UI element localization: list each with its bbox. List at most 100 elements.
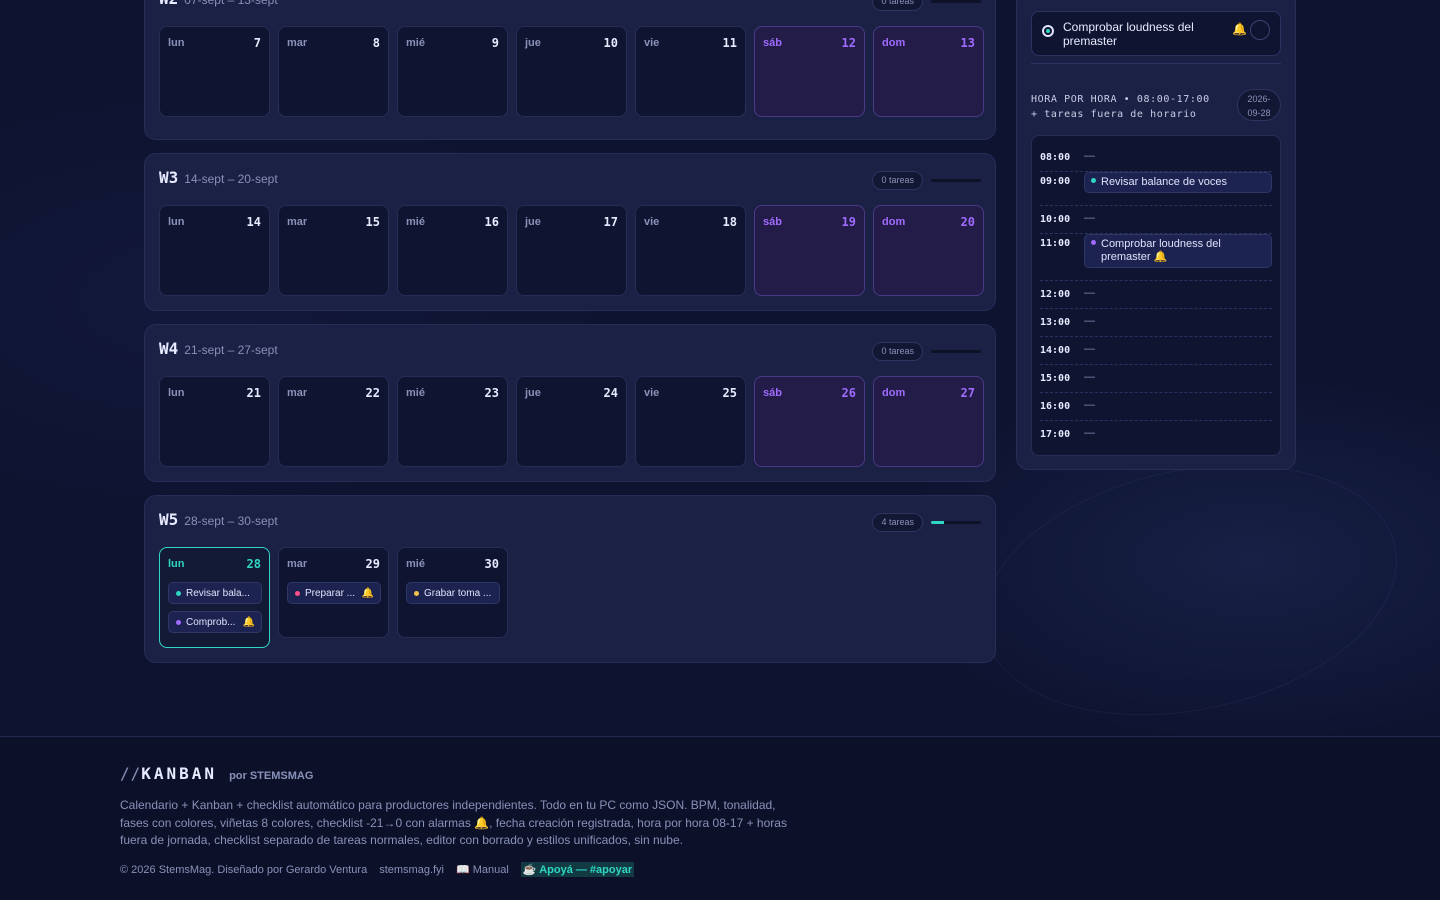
support-link[interactable]: ☕ Apoyá — #apoyar (520, 862, 635, 877)
hour-title-line: HORA POR HORA • 08:00-17:00 (1031, 94, 1210, 105)
day-name: mié (406, 387, 425, 399)
day-cell[interactable]: vie 18 (635, 205, 746, 296)
day-number: 30 (484, 557, 499, 571)
task-chip[interactable]: Revisar bala... (168, 582, 262, 604)
day-cell[interactable]: lun 21 (159, 376, 270, 467)
week-task-count: 4 tareas (872, 513, 923, 532)
week-code: W4 (159, 339, 179, 358)
day-cell[interactable]: mié 23 (397, 376, 508, 467)
brand-byline: por STEMSMAG (229, 770, 314, 782)
day-cell[interactable]: mar 8 (278, 26, 389, 117)
day-name: mié (406, 216, 425, 228)
hour-label: 15:00 (1040, 373, 1071, 384)
day-cell[interactable]: jue 17 (516, 205, 627, 296)
day-cell[interactable]: lun 14 (159, 205, 270, 296)
day-number: 17 (603, 215, 618, 229)
week-range: 07-sept – 13-sept (184, 0, 278, 7)
day-number: 20 (960, 215, 975, 229)
hour-row[interactable]: 13:00 — (1040, 309, 1272, 337)
week-code: W2 (159, 0, 178, 8)
hour-title-subline: + tareas fuera de horario (1031, 109, 1197, 120)
day-cell[interactable]: lun 28 Revisar bala... Comprob... 🔔 (159, 547, 270, 648)
hour-row[interactable]: 12:00 — (1040, 281, 1272, 309)
hour-row[interactable]: 15:00 — (1040, 365, 1272, 393)
day-cell[interactable]: dom 20 (873, 205, 984, 296)
site-link[interactable]: stemsmag.fyi (379, 864, 444, 876)
day-cell[interactable]: mar 29 Preparar ... 🔔 (278, 547, 389, 638)
hour-event[interactable]: Comprobar loudness del premaster 🔔 (1084, 234, 1272, 268)
footer-links: © 2026 StemsMag. Diseñado por Gerardo Ve… (120, 862, 635, 877)
day-name: jue (525, 37, 541, 49)
task-color-dot (176, 619, 181, 625)
manual-link[interactable]: 📖 Manual (456, 863, 509, 876)
day-cell[interactable]: lun 7 (159, 26, 270, 117)
week-days: lun 14 mar 15 mié 16 jue 17 vie 18 sáb 19 dom … (159, 205, 984, 296)
day-number: 18 (722, 215, 737, 229)
day-name: sáb (763, 216, 782, 228)
day-cell[interactable]: jue 24 (516, 376, 627, 467)
week-task-count: 0 tareas (872, 0, 923, 11)
week-progress-bar (931, 350, 981, 353)
day-cell[interactable]: dom 27 (873, 376, 984, 467)
date-year: 2026- (1247, 94, 1271, 104)
day-cell[interactable]: vie 25 (635, 376, 746, 467)
week-task-count: 0 tareas (872, 171, 923, 190)
hour-row[interactable]: 08:00 — (1040, 144, 1272, 172)
day-name: mié (406, 558, 425, 570)
day-cell[interactable]: jue 10 (516, 26, 627, 117)
day-number: 23 (484, 386, 499, 400)
hour-row[interactable]: 09:00 Revisar balance de voces (1040, 172, 1272, 206)
footer: // KANBAN por STEMSMAG Calendario + Kanb… (0, 736, 1440, 900)
brand-slashes: // (120, 764, 142, 783)
hour-by-hour-title: HORA POR HORA • 08:00-17:00 + tareas fue… (1031, 92, 1210, 122)
day-name: vie (644, 37, 660, 49)
day-name: mar (287, 37, 308, 49)
week-code: W5 (159, 510, 179, 529)
checklist-item[interactable]: Comprobar loudness del premaster 🔔 (1031, 11, 1281, 56)
task-chip[interactable]: Grabar toma ... (406, 582, 500, 604)
task-color-dot (414, 590, 419, 596)
week-progress-bar (931, 521, 981, 524)
day-name: dom (882, 216, 906, 228)
day-cell[interactable]: dom 13 (873, 26, 984, 117)
task-chip-label: Revisar bala... (186, 587, 250, 599)
day-cell[interactable]: mié 30 Grabar toma ... (397, 547, 508, 638)
day-cell[interactable]: sáb 26 (754, 376, 865, 467)
hour-schedule: 08:00 — 09:00 Revisar balance de voces 10:… (1031, 135, 1281, 456)
day-name: mié (406, 37, 425, 49)
complete-toggle[interactable] (1250, 20, 1270, 40)
hour-row[interactable]: 10:00 — (1040, 206, 1272, 234)
day-name: mar (287, 387, 308, 399)
day-cell[interactable]: mar 15 (278, 205, 389, 296)
hour-label: 17:00 (1040, 429, 1071, 440)
day-name: jue (525, 216, 541, 228)
hour-event[interactable]: Revisar balance de voces (1084, 172, 1272, 193)
day-cell[interactable]: mar 22 (278, 376, 389, 467)
week-days: lun 21 mar 22 mié 23 jue 24 vie 25 sáb 26 dom … (159, 376, 984, 467)
task-color-dot (176, 590, 181, 596)
empty-slot: — (1084, 287, 1095, 299)
week-card: W3 14-sept – 20-sept 0 tareas lun 14 mar … (144, 153, 996, 311)
hour-row[interactable]: 17:00 — (1040, 421, 1272, 449)
hour-row[interactable]: 14:00 — (1040, 337, 1272, 365)
brand: // KANBAN por STEMSMAG (120, 764, 313, 783)
day-cell[interactable]: mié 9 (397, 26, 508, 117)
week-header: W4 21-sept – 27-sept (159, 339, 278, 369)
hour-row[interactable]: 16:00 — (1040, 393, 1272, 421)
day-number: 19 (841, 215, 856, 229)
event-color-dot (1091, 178, 1096, 183)
priority-radio-icon[interactable] (1042, 25, 1054, 37)
hour-label: 14:00 (1040, 345, 1071, 356)
task-chip[interactable]: Preparar ... 🔔 (287, 582, 381, 604)
day-cell[interactable]: vie 11 (635, 26, 746, 117)
copyright: © 2026 StemsMag. Diseñado por Gerardo Ve… (120, 863, 368, 876)
hour-row[interactable]: 11:00 Comprobar loudness del premaster 🔔 (1040, 234, 1272, 281)
day-cell[interactable]: sáb 19 (754, 205, 865, 296)
task-chip[interactable]: Comprob... 🔔 (168, 611, 262, 633)
day-number: 15 (365, 215, 380, 229)
day-cell[interactable]: mié 16 (397, 205, 508, 296)
day-cell[interactable]: sáb 12 (754, 26, 865, 117)
day-name: sáb (763, 387, 782, 399)
day-number: 14 (246, 215, 261, 229)
hour-event-label: Comprobar loudness del premaster 🔔 (1101, 238, 1221, 263)
